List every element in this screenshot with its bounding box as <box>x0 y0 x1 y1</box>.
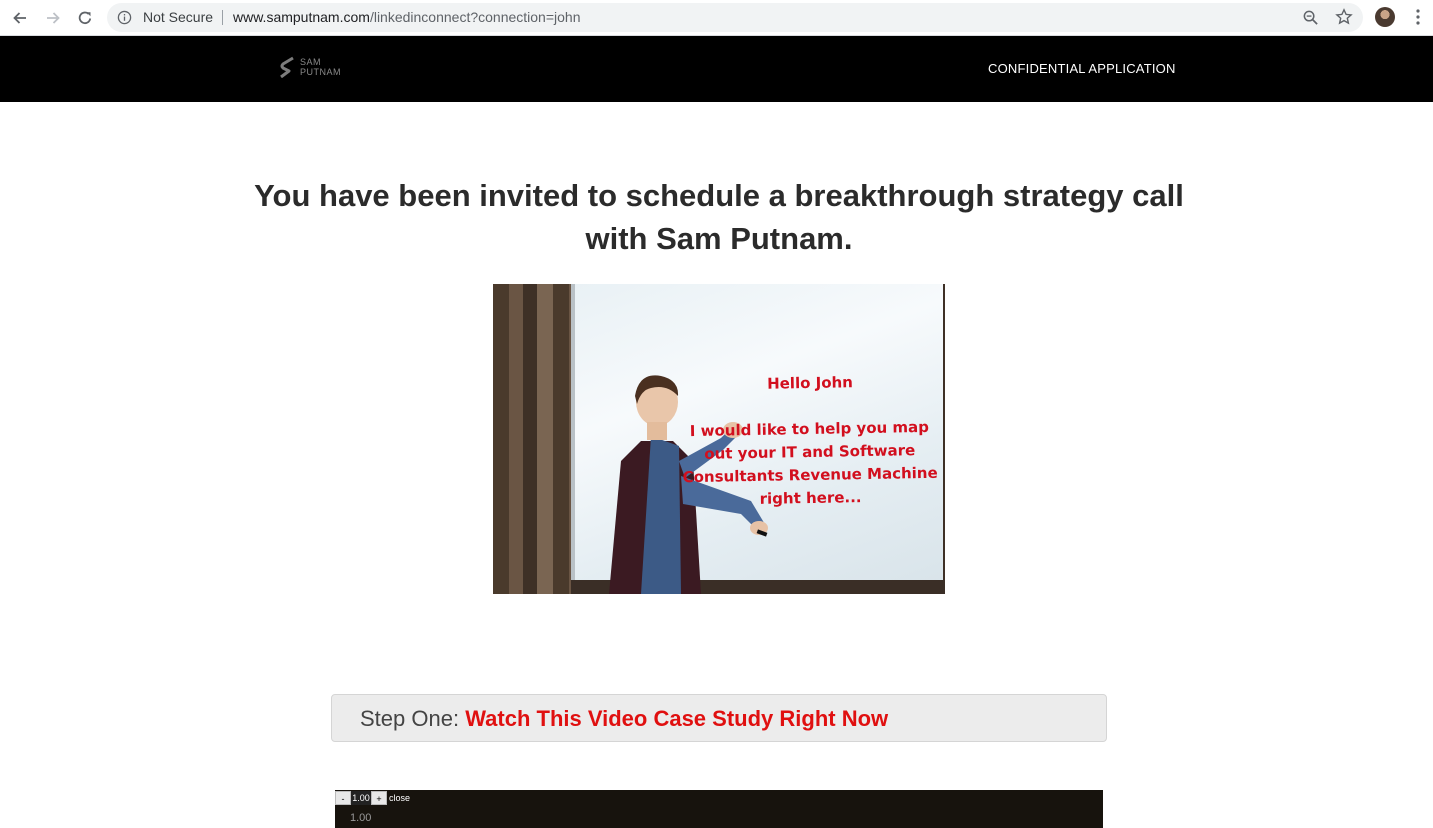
profile-avatar[interactable] <box>1375 7 1395 27</box>
reload-icon <box>78 11 92 25</box>
arrow-right-icon <box>47 12 60 24</box>
speed-value: 1.00 <box>351 790 371 805</box>
video-player[interactable]: - 1.00 + close 1.00 <box>335 790 1103 828</box>
more-menu-icon[interactable] <box>1409 8 1427 26</box>
logo-line-2: PUTNAM <box>300 67 341 77</box>
address-bar[interactable]: Not Secure www.samputnam.com/linkedincon… <box>107 3 1363 32</box>
logo-text: SAM PUTNAM <box>300 57 341 77</box>
site-logo[interactable]: SAM PUTNAM <box>279 56 341 78</box>
omnibox-divider <box>222 10 223 25</box>
url-text[interactable]: www.samputnam.com/linkedinconnect?connec… <box>233 9 580 25</box>
reload-button[interactable] <box>73 6 97 30</box>
board-greeting: Hello John <box>766 373 854 393</box>
info-icon[interactable] <box>117 10 132 25</box>
security-label[interactable]: Not Secure <box>143 9 213 25</box>
page-headline: You have been invited to schedule a brea… <box>254 178 1184 256</box>
hero-video-thumbnail[interactable]: Hello John I would like to help you map … <box>493 284 945 594</box>
url-path: /linkedinconnect?connection=john <box>369 9 581 25</box>
logo-mark-icon <box>280 56 294 78</box>
speed-increase-button[interactable]: + <box>371 790 387 805</box>
speed-readout: 1.00 <box>350 812 372 824</box>
speed-decrease-button[interactable]: - <box>335 790 351 805</box>
browser-toolbar: Not Secure www.samputnam.com/linkedincon… <box>0 0 1433 36</box>
confidential-application-link[interactable]: CONFIDENTIAL APPLICATION <box>988 61 1176 76</box>
site-header: SAM PUTNAM CONFIDENTIAL APPLICATION <box>0 36 1433 102</box>
logo-line-1: SAM <box>300 57 322 67</box>
board-message: I would like to help you map out your IT… <box>682 417 938 508</box>
url-host: www.samputnam.com <box>233 9 370 25</box>
speed-controller: - 1.00 + close <box>335 790 410 805</box>
whiteboard-message: Hello John I would like to help you map … <box>675 373 945 510</box>
step-one-banner: Step One: Watch This Video Case Study Ri… <box>331 694 1107 742</box>
arrow-left-icon <box>13 12 26 24</box>
speed-close-button[interactable]: close <box>389 793 410 803</box>
step-one-label: Step One: Watch This Video Case Study Ri… <box>360 706 888 732</box>
star-icon[interactable] <box>1335 8 1353 26</box>
zoom-icon[interactable] <box>1302 9 1319 26</box>
step-cta: Watch This Video Case Study Right Now <box>465 706 889 731</box>
forward-button[interactable] <box>41 6 65 30</box>
back-button[interactable] <box>8 6 32 30</box>
step-prefix: Step One: <box>360 706 460 731</box>
